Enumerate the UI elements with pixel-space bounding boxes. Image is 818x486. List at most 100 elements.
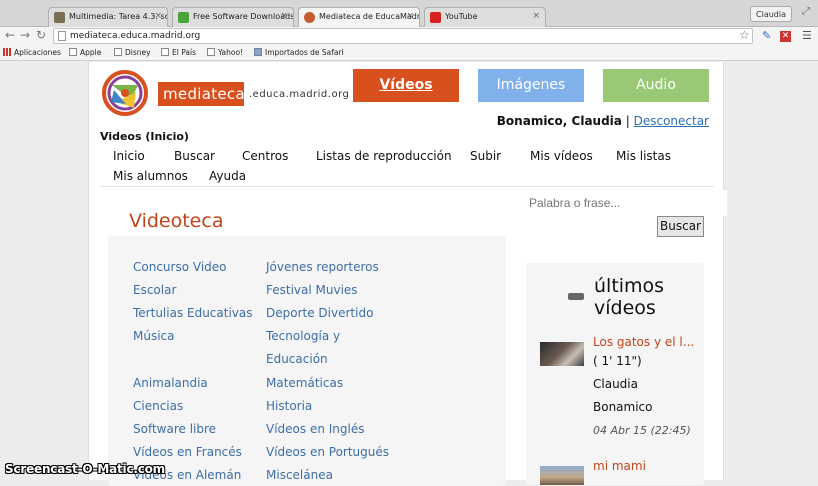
page-icon: [161, 48, 169, 56]
menu-item-listas[interactable]: Listas de reproducción: [316, 149, 452, 163]
bookmarks-bar: Aplicaciones Apple Disney El País Yahoo!…: [0, 45, 818, 61]
category-link[interactable]: Animalandia: [133, 376, 208, 390]
video-author-last: Bonamico: [593, 400, 653, 414]
screencast-watermark: Screencast-O-Matic.com: [5, 462, 165, 476]
video-date: 04 Abr 15 (22:45): [593, 424, 691, 437]
bookmark-safari-folder[interactable]: Importados de Safari: [254, 48, 344, 57]
page-icon: [114, 48, 122, 56]
video-title-link[interactable]: mi mami: [593, 459, 646, 473]
tab-multimedia[interactable]: Multimedia: Tarea 4.3. sc ×: [48, 7, 168, 27]
page-icon: [69, 48, 77, 56]
categories-panel: Concurso Video Escolar Tertulias Educati…: [108, 236, 506, 486]
menu-item-centros[interactable]: Centros: [242, 149, 288, 163]
video-title-link[interactable]: Los gatos y el l...: [593, 335, 694, 349]
folder-icon: [254, 48, 262, 56]
bookmark-star-icon[interactable]: ☆: [739, 28, 750, 42]
logo-wordmark[interactable]: mediateca: [158, 82, 245, 106]
category-link[interactable]: Jóvenes reporteros: [266, 260, 379, 274]
bookmark-label: El País: [172, 48, 196, 57]
bookmark-aplicaciones[interactable]: Aplicaciones: [3, 48, 61, 57]
page-icon: [58, 31, 66, 41]
moodle-favicon-icon: [54, 12, 65, 23]
category-link[interactable]: Deporte Divertido: [266, 306, 373, 320]
category-link[interactable]: Festival Muvies: [266, 283, 358, 297]
category-link[interactable]: Vídeos en Inglés: [266, 422, 364, 436]
page-heading: Videoteca: [129, 210, 224, 232]
menu-item-ayuda[interactable]: Ayuda: [209, 169, 246, 183]
forward-icon[interactable]: →: [20, 28, 30, 42]
tab-close-icon[interactable]: ×: [532, 11, 540, 21]
latest-videos-panel: últimos vídeos Los gatos y el l... ( 1' …: [526, 263, 704, 485]
latest-videos-title: últimos vídeos: [594, 275, 665, 319]
video-thumbnail[interactable]: [540, 466, 584, 485]
bookmark-label: Disney: [125, 48, 151, 57]
category-link[interactable]: Matemáticas: [266, 376, 343, 390]
menu-item-mis-listas[interactable]: Mis listas: [616, 149, 671, 163]
menu-item-mis-alumnos[interactable]: Mis alumnos: [113, 169, 188, 183]
tab-bar: Multimedia: Tarea 4.3. sc × Free Softwar…: [0, 0, 818, 27]
bookmark-label: Importados de Safari: [265, 48, 344, 57]
videos-button[interactable]: Vídeos: [353, 69, 459, 102]
extension-icon[interactable]: ✕: [780, 31, 791, 42]
section-title: Videos (Inicio): [100, 130, 189, 143]
browser-menu-icon[interactable]: ☰: [802, 30, 812, 42]
bookmark-label: Yahoo!: [218, 48, 244, 57]
tab-close-icon[interactable]: ×: [280, 11, 288, 21]
address-bar[interactable]: mediateca.educa.madrid.org: [53, 28, 753, 44]
search-button[interactable]: Buscar: [657, 216, 704, 237]
back-icon[interactable]: ←: [5, 28, 15, 42]
images-button[interactable]: Imágenes: [478, 69, 584, 102]
category-link[interactable]: Ciencias: [133, 399, 183, 413]
menu-item-subir[interactable]: Subir: [470, 149, 501, 163]
tab-title: Mediateca de EducaMadrid: [319, 12, 420, 21]
page-viewport: mediateca .educa.madrid.org Vídeos Imáge…: [0, 62, 818, 486]
menu-item-mis-videos[interactable]: Mis vídeos: [530, 149, 593, 163]
audio-button[interactable]: Audio: [603, 69, 709, 102]
video-author-first: Claudia: [593, 377, 638, 391]
page-icon: [207, 48, 215, 56]
category-link[interactable]: Tecnología y: [266, 329, 340, 343]
bookmark-yahoo[interactable]: Yahoo!: [207, 48, 243, 57]
bookmark-disney[interactable]: Disney: [114, 48, 151, 57]
tab-youtube[interactable]: YouTube ×: [424, 7, 546, 27]
category-link[interactable]: Tertulias Educativas: [133, 306, 253, 320]
tab-close-icon[interactable]: ×: [406, 11, 414, 21]
mediateca-page: mediateca .educa.madrid.org Vídeos Imáge…: [88, 62, 727, 486]
separator: |: [625, 114, 630, 128]
user-name: Bonamico, Claudia: [496, 114, 622, 128]
logo-domain: .educa.madrid.org: [249, 89, 350, 100]
category-link[interactable]: Escolar: [133, 283, 176, 297]
reload-icon[interactable]: ↻: [36, 28, 46, 42]
category-link[interactable]: Música: [133, 329, 175, 343]
video-duration: ( 1' 11"): [593, 354, 642, 368]
download-favicon-icon: [178, 12, 189, 23]
fullscreen-icon[interactable]: ⤢: [802, 6, 810, 17]
menu-item-buscar[interactable]: Buscar: [174, 149, 215, 163]
tab-close-icon[interactable]: ×: [154, 11, 162, 21]
tab-title: Multimedia: Tarea 4.3. sc: [69, 12, 168, 21]
youtube-favicon-icon: [430, 12, 441, 23]
bookmark-el-pais[interactable]: El País: [161, 48, 196, 57]
category-link[interactable]: Concurso Video: [133, 260, 227, 274]
category-link[interactable]: Vídeos en Francés: [133, 445, 242, 459]
pen-extension-icon[interactable]: ✎: [762, 30, 772, 42]
bookmark-label: Apple: [80, 48, 102, 57]
category-link[interactable]: Software libre: [133, 422, 216, 436]
apps-grid-icon: [3, 48, 11, 56]
bookmark-apple[interactable]: Apple: [69, 48, 101, 57]
category-link[interactable]: Historia: [266, 399, 312, 413]
category-link[interactable]: Educación: [266, 352, 328, 366]
browser-toolbar: ← → ↻ mediateca.educa.madrid.org: [0, 27, 818, 45]
tab-mediateca[interactable]: Mediateca de EducaMadrid ×: [298, 7, 420, 27]
tab-free-software[interactable]: Free Software Downloads ×: [172, 7, 294, 27]
logout-link[interactable]: Desconectar: [634, 114, 709, 128]
category-link[interactable]: Vídeos en Portugués: [266, 445, 389, 459]
search-input[interactable]: [525, 190, 727, 216]
video-thumbnail[interactable]: [540, 342, 584, 366]
menu-item-inicio[interactable]: Inicio: [113, 149, 145, 163]
profile-button[interactable]: Claudia: [750, 6, 792, 22]
user-bar: Bonamico, Claudia | Desconectar: [497, 114, 709, 128]
tab-title: YouTube: [445, 12, 478, 21]
mediateca-favicon-icon: [304, 12, 315, 23]
mediateca-logo-icon[interactable]: [102, 70, 148, 116]
